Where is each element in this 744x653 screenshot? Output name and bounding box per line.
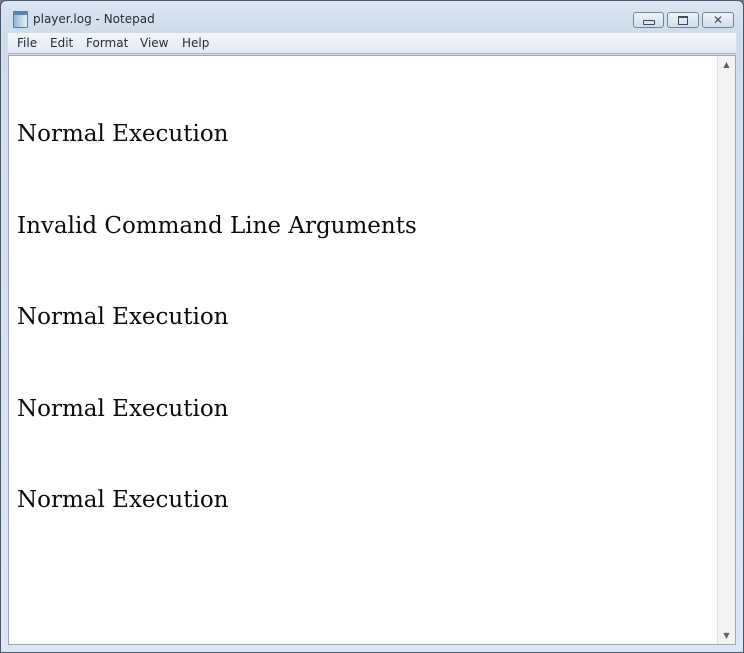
text-line: Invalid Command Line Arguments (17, 212, 417, 239)
window-title: player.log - Notepad (33, 12, 155, 26)
vertical-scrollbar[interactable]: ▲ ▼ (717, 56, 735, 644)
menu-view[interactable]: View (140, 36, 168, 50)
text-line: Normal Execution (17, 304, 229, 330)
close-button[interactable]: ✕ (702, 12, 734, 28)
title-bar[interactable]: player.log - Notepad ✕ (1, 1, 743, 33)
menu-edit[interactable]: Edit (50, 36, 73, 50)
text-line: Normal Execution (17, 395, 229, 422)
text-editor[interactable]: Normal Execution Invalid Command Line Ar… (8, 55, 736, 645)
menu-file[interactable]: File (17, 36, 37, 50)
notepad-window: player.log - Notepad ✕ File Edit Format … (0, 0, 744, 653)
menu-help[interactable]: Help (182, 36, 209, 50)
menu-bar: File Edit Format View Help (8, 33, 736, 54)
maximize-button[interactable] (667, 12, 699, 28)
menu-format[interactable]: Format (86, 36, 128, 50)
close-icon: ✕ (712, 13, 724, 27)
scroll-up-icon[interactable]: ▲ (718, 56, 735, 73)
text-content[interactable]: Normal Execution Invalid Command Line Ar… (17, 56, 717, 644)
scroll-down-icon[interactable]: ▼ (718, 627, 735, 644)
text-line: Normal Execution (17, 487, 229, 513)
maximize-icon (678, 15, 688, 25)
minimize-icon (642, 19, 655, 25)
minimize-button[interactable] (633, 12, 664, 28)
text-line: Normal Execution (17, 121, 229, 147)
notepad-icon[interactable] (13, 11, 28, 28)
